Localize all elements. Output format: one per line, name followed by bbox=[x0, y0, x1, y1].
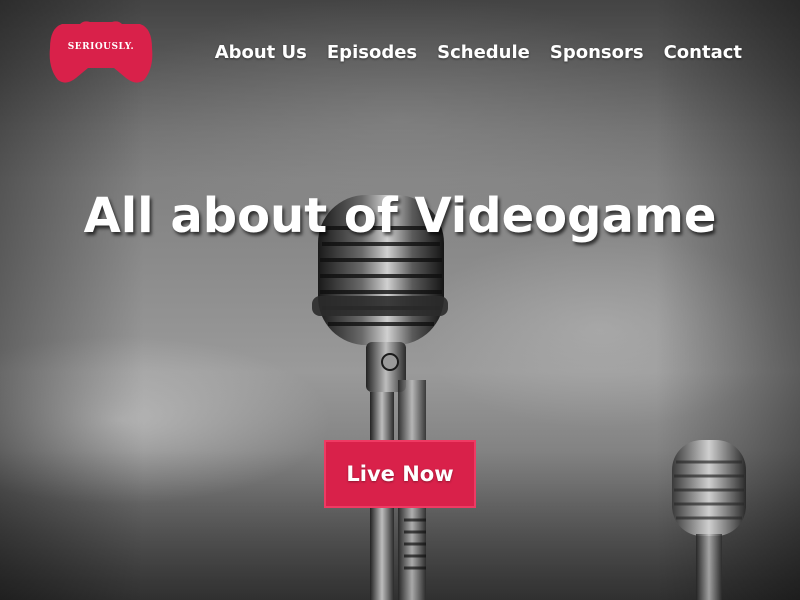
site-logo[interactable]: SERIOUSLY. bbox=[48, 20, 154, 86]
nav-link-episodes[interactable]: Episodes bbox=[327, 42, 417, 63]
nav-link-sponsors[interactable]: Sponsors bbox=[550, 42, 644, 63]
live-now-button[interactable]: Live Now bbox=[324, 440, 476, 508]
nav-link-schedule[interactable]: Schedule bbox=[437, 42, 530, 63]
main-nav: About Us Episodes Schedule Sponsors Cont… bbox=[215, 42, 742, 63]
gamepad-icon bbox=[49, 21, 153, 83]
background-microphone bbox=[672, 440, 746, 600]
nav-link-about-us[interactable]: About Us bbox=[215, 42, 307, 63]
nav-link-contact[interactable]: Contact bbox=[664, 42, 742, 63]
logo-text: SERIOUSLY. bbox=[67, 42, 135, 52]
main-microphone bbox=[312, 195, 448, 600]
hero-title: All about of Videogame bbox=[83, 188, 717, 244]
microphone-illustration bbox=[312, 195, 746, 600]
hero-section: SERIOUSLY. About Us Episodes Schedule Sp… bbox=[0, 0, 800, 600]
